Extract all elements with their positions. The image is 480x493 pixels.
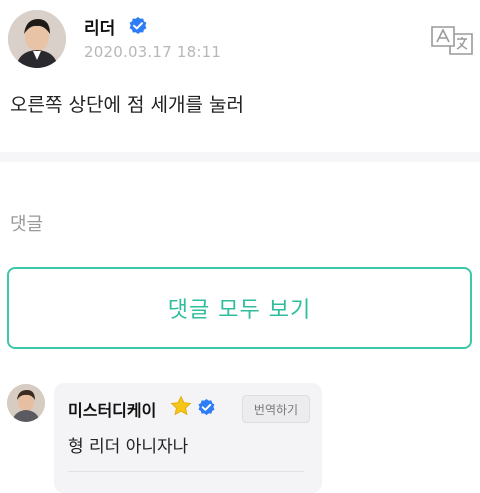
comments-heading: 댓글	[10, 214, 44, 235]
comment-translate-button[interactable]: 번역하기	[242, 395, 310, 423]
section-divider	[0, 152, 480, 162]
star-icon	[170, 395, 192, 416]
verified-badge-icon	[129, 17, 147, 34]
comment-text: 형 리더 아니자나	[68, 437, 189, 457]
verified-badge-icon	[198, 398, 215, 416]
view-all-comments-label: 댓글 모두 보기	[167, 298, 312, 323]
comment-translate-label: 번역하기	[253, 402, 299, 417]
avatar-image	[7, 384, 45, 422]
commenter-avatar[interactable]	[7, 384, 45, 422]
author-name[interactable]: 리더	[84, 14, 115, 39]
commenter-name[interactable]: 미스터디케이	[68, 397, 156, 421]
translate-icon[interactable]	[430, 24, 474, 56]
view-all-comments-button[interactable]: 댓글 모두 보기	[7, 267, 472, 349]
comment-divider	[68, 471, 304, 472]
post-date: 2020.03.17 18:11	[84, 43, 222, 61]
post-text: 오른쪽 상단에 점 세개를 눌러	[10, 94, 244, 116]
author-avatar[interactable]	[8, 10, 66, 68]
avatar-image	[8, 10, 66, 68]
